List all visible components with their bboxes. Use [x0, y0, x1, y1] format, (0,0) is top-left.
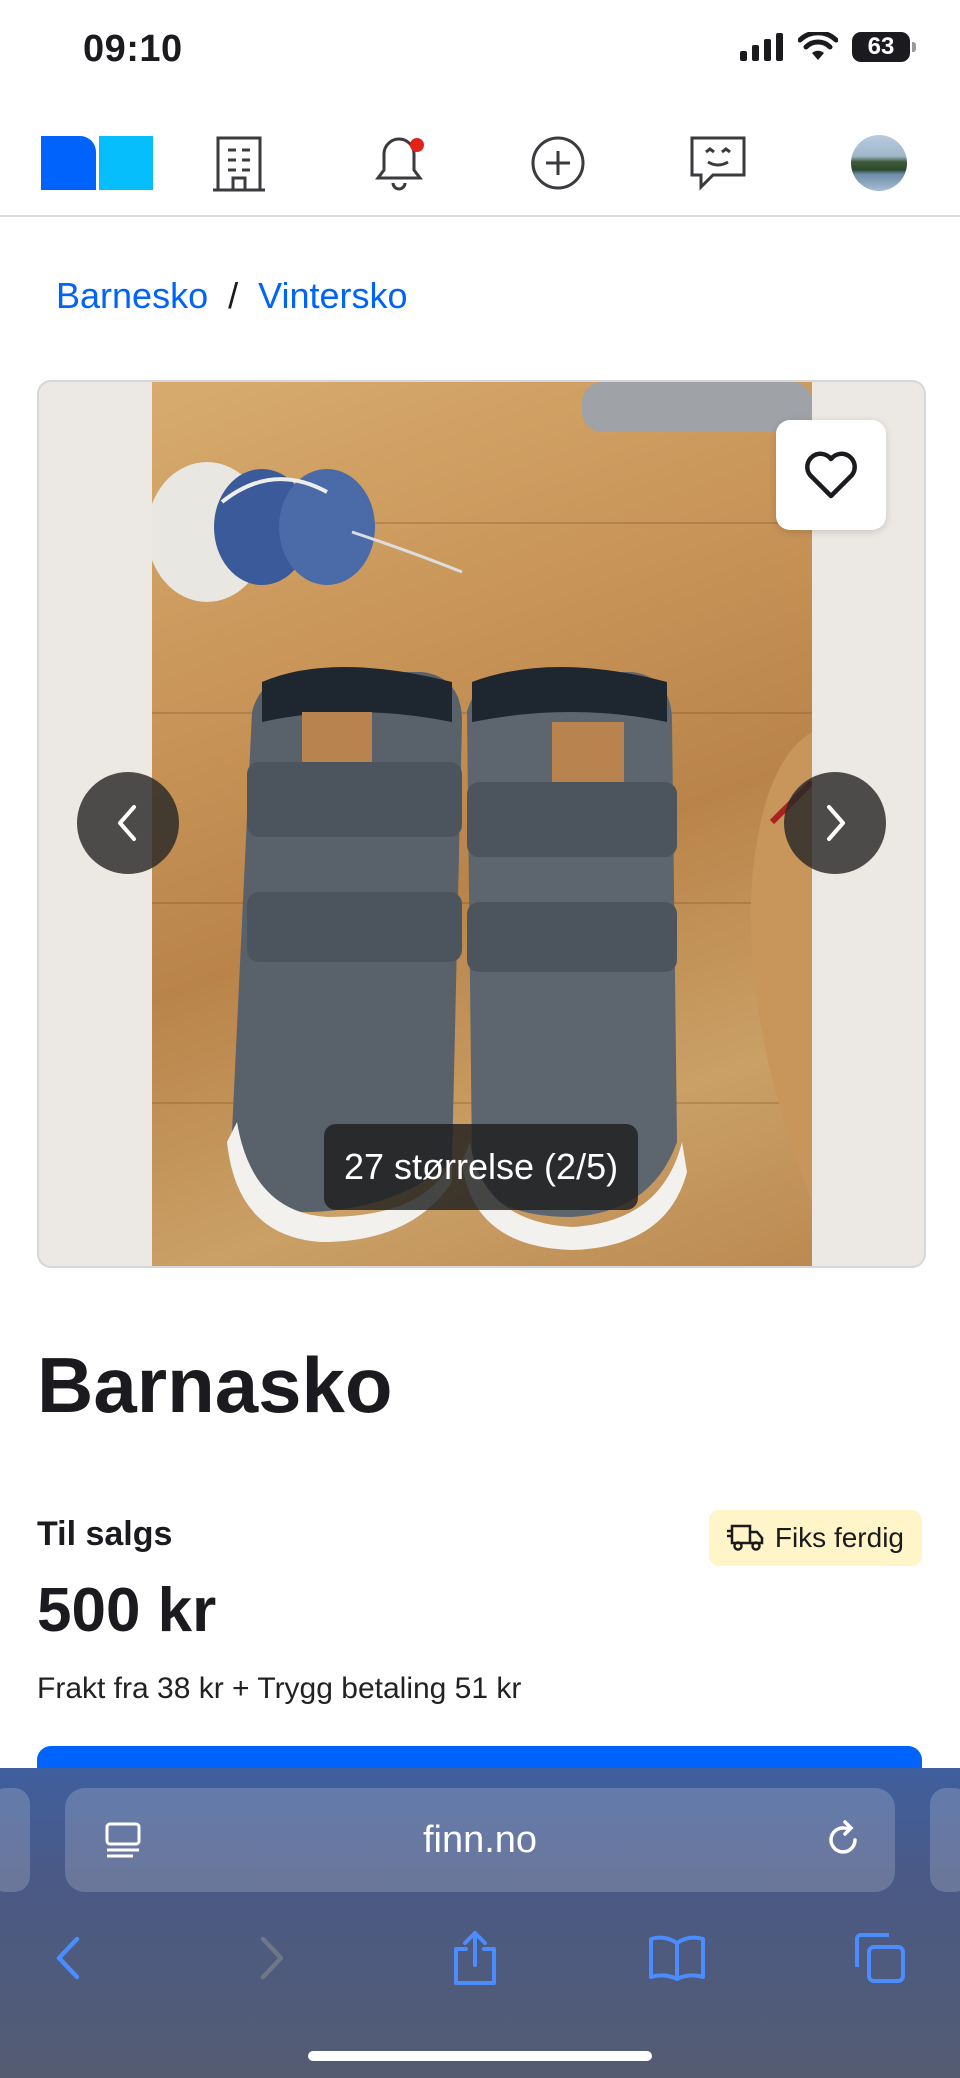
- next-image-button[interactable]: [784, 772, 886, 874]
- browser-toolbar: finn.no: [0, 1768, 960, 2078]
- delivery-truck-icon: [726, 1524, 764, 1551]
- tabs-icon: [855, 1933, 905, 1983]
- fiks-ferdig-badge: Fiks ferdig: [708, 1510, 922, 1566]
- chevron-left-icon: [118, 805, 136, 841]
- book-icon: [649, 1935, 705, 1981]
- previous-image-button[interactable]: [77, 772, 179, 874]
- breadcrumb-vintersko[interactable]: Vintersko: [258, 275, 407, 317]
- chevron-right-icon: [260, 1936, 284, 1980]
- building-icon[interactable]: [204, 128, 274, 198]
- finn-logo[interactable]: [40, 128, 155, 198]
- chevron-left-icon: [56, 1936, 80, 1980]
- breadcrumb-barnesko[interactable]: Barnesko: [56, 275, 208, 317]
- shipping-info: Frakt fra 38 kr + Trygg betaling 51 kr: [37, 1672, 522, 1705]
- chat-icon[interactable]: [683, 128, 753, 198]
- reload-icon[interactable]: [821, 1818, 865, 1867]
- previous-tab-peek[interactable]: [0, 1788, 30, 1892]
- bookmarks-button[interactable]: [637, 1918, 717, 1998]
- forward-button[interactable]: [232, 1918, 312, 1998]
- avatar: [851, 135, 907, 191]
- price: 500 kr: [37, 1576, 217, 1645]
- back-button[interactable]: [28, 1918, 108, 1998]
- wifi-icon: [798, 32, 838, 60]
- badge-label: Fiks ferdig: [774, 1522, 904, 1553]
- status-bar: 09:10 63: [0, 0, 960, 110]
- home-indicator: [308, 2051, 652, 2061]
- status-icons: 63: [740, 32, 916, 62]
- url-text[interactable]: finn.no: [423, 1819, 537, 1862]
- image-caption: 27 størrelse (2/5): [324, 1124, 639, 1210]
- share-icon: [454, 1931, 496, 1985]
- profile-avatar[interactable]: [844, 128, 914, 198]
- breadcrumb-separator: /: [228, 275, 239, 316]
- heart-icon: [805, 451, 857, 499]
- sale-type: Til salgs: [37, 1515, 173, 1553]
- top-navigation: [0, 110, 960, 217]
- tabs-button[interactable]: [840, 1918, 920, 1998]
- next-tab-peek[interactable]: [930, 1788, 960, 1892]
- bell-icon[interactable]: [364, 128, 434, 198]
- notification-dot: [410, 138, 424, 152]
- ad-title: Barnasko: [37, 1341, 393, 1429]
- plus-circle-icon[interactable]: [523, 128, 593, 198]
- page-menu-icon[interactable]: [103, 1820, 143, 1865]
- breadcrumb: Barnesko / Vintersko: [56, 275, 408, 317]
- battery-indicator: 63: [852, 32, 916, 62]
- chevron-right-icon: [827, 805, 845, 841]
- share-button[interactable]: [435, 1918, 515, 1998]
- image-gallery[interactable]: 27 størrelse (2/5): [37, 380, 926, 1268]
- signal-icon: [740, 33, 783, 61]
- favorite-button[interactable]: [776, 420, 886, 530]
- address-bar[interactable]: finn.no: [65, 1788, 895, 1892]
- status-time: 09:10: [83, 28, 183, 70]
